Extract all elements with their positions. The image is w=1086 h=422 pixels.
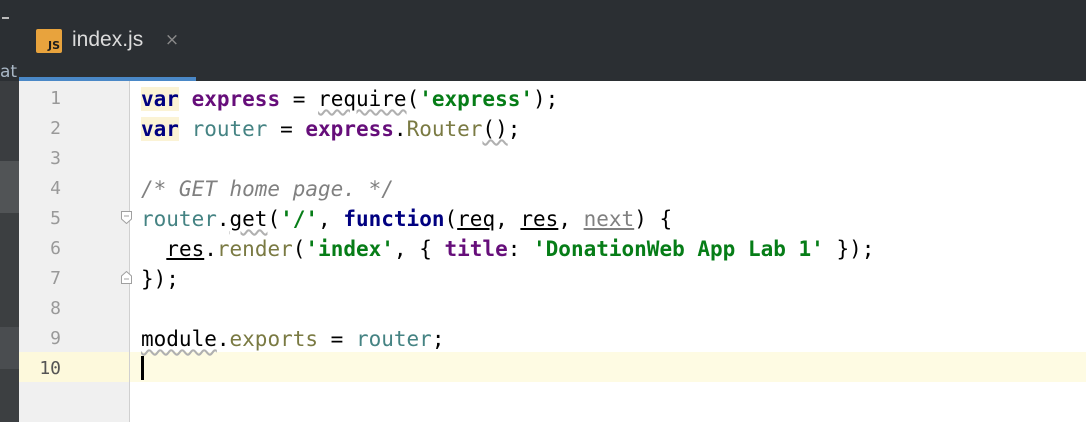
code-line-5: router.get('/', function(req, res, next)… [141,207,673,231]
code-line-6: res.render('index', { title: 'DonationWe… [166,237,875,261]
line-number[interactable]: 9 [19,324,61,354]
fold-open-icon[interactable] [121,211,132,224]
parameter: res [520,207,559,231]
line-number[interactable]: 5 [19,204,61,234]
code-line-2: var router = express.Router(); [141,117,521,141]
tab-index-js[interactable]: JS index.js × [19,0,196,81]
line-number[interactable]: 7 [19,264,61,294]
line-number[interactable]: 3 [19,144,61,174]
keyword: var [141,117,179,141]
text-caret [141,356,144,380]
method-name: render [216,237,293,261]
code-line-1: var express = require('express'); [141,87,559,111]
close-tab-icon[interactable]: × [164,29,180,51]
line-number-current[interactable]: 10 [19,354,61,384]
string-literal: '/' [280,207,319,231]
identifier: router [141,207,217,231]
line-number[interactable]: 8 [19,294,61,324]
current-line-highlight [130,352,1086,382]
keyword: var [141,87,179,111]
parameter-usage: res [166,237,205,261]
unused-parameter: next [583,207,635,231]
method-name: get [229,207,268,231]
function-call: require [318,87,407,111]
identifier: router [191,117,268,141]
line-number[interactable]: 1 [19,84,61,114]
tab-filename: index.js [72,28,144,51]
keyword: function [343,207,445,231]
fold-close-icon[interactable] [121,271,132,284]
identifier: express [191,87,281,111]
code-line-9: module.exports = router; [141,327,445,351]
editor-tab-bar: JS index.js × [19,0,1086,81]
js-file-icon: JS [36,29,62,53]
panel-minimize-icon[interactable] [2,17,9,19]
identifier: router [355,327,432,351]
line-number[interactable]: 6 [19,234,61,264]
string-literal: 'DonationWeb App Lab 1' [533,237,824,261]
panel-peek-text: at [0,62,18,82]
method-name: Router [406,117,483,141]
line-number[interactable]: 4 [19,174,61,204]
identifier: express [305,117,394,141]
object-key: title [444,237,508,261]
line-number[interactable]: 2 [19,114,61,144]
property: exports [229,327,319,351]
parameter: req [457,207,496,231]
string-literal: 'index' [305,237,394,261]
code-line-4: /* GET home page. */ [141,177,394,201]
code-line-7: }); [141,267,179,291]
string-literal: 'express' [419,87,534,111]
project-panel-edge[interactable]: at [0,0,19,422]
identifier: module [141,327,217,351]
editor-window: at JS index.js × 1 2 3 4 5 6 7 8 9 10 va… [0,0,1086,422]
